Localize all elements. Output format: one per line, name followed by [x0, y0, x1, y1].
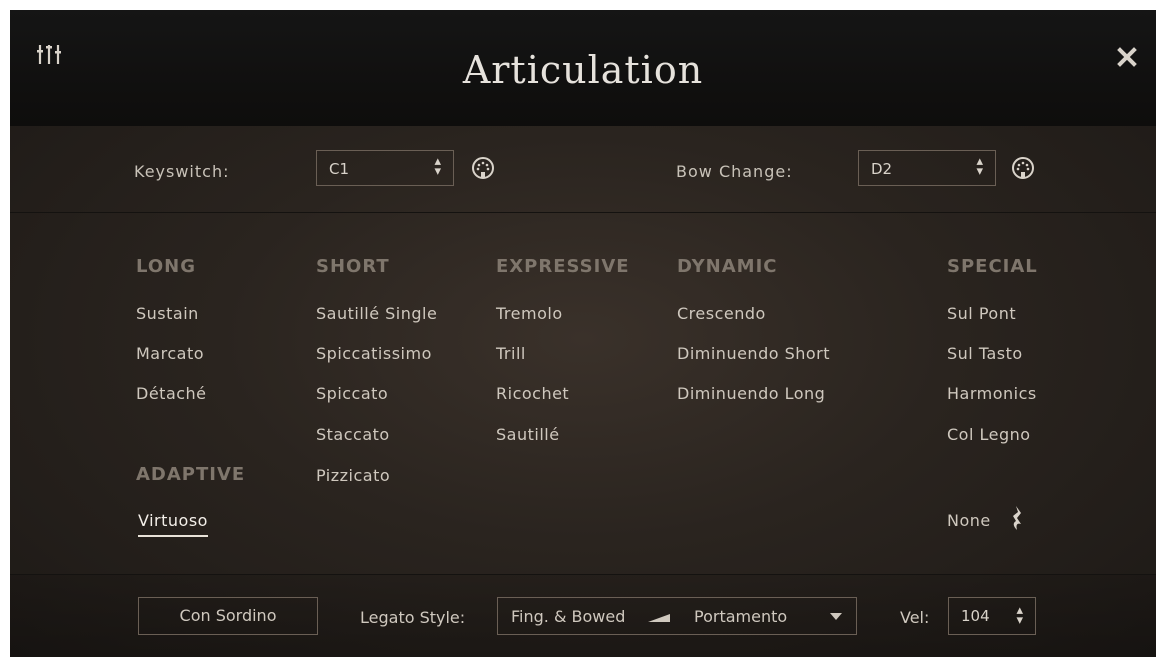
legato-style-label: Legato Style: — [360, 608, 466, 627]
articulation-item[interactable]: Col Legno — [947, 425, 1031, 444]
articulation-item[interactable]: Marcato — [136, 344, 204, 363]
articulation-panel: Articulation Keyswitch: C1 ▴ ▾ Bow Change… — [0, 0, 1166, 657]
articulation-item[interactable]: Tremolo — [496, 304, 563, 323]
close-icon[interactable] — [1112, 42, 1142, 72]
spinner-arrows-icon: ▴ ▾ — [1016, 603, 1023, 628]
expressive-heading: EXPRESSIVE — [496, 256, 630, 277]
velocity-value: 104 — [961, 607, 990, 625]
bow-change-spinner[interactable]: D2 ▴ ▾ — [858, 150, 996, 186]
keyswitch-value: C1 — [329, 160, 350, 178]
none-option[interactable]: None — [947, 511, 991, 530]
midi-learn-icon[interactable] — [470, 155, 496, 181]
chevron-down-icon — [830, 613, 842, 620]
page-title: Articulation — [462, 48, 704, 92]
keyswitch-spinner[interactable]: C1 ▴ ▾ — [316, 150, 454, 186]
legato-right-option: Portamento — [694, 607, 788, 626]
articulation-item[interactable]: Ricochet — [496, 384, 569, 403]
adaptive-heading: ADAPTIVE — [136, 464, 246, 485]
articulation-item[interactable]: Spiccato — [316, 384, 388, 403]
articulation-item-selected[interactable]: Virtuoso — [138, 511, 208, 537]
keyswitch-label: Keyswitch: — [134, 162, 230, 181]
bow-change-value: D2 — [871, 160, 893, 178]
bow-change-label: Bow Change: — [676, 162, 793, 181]
vel-label: Vel: — [900, 608, 930, 627]
articulation-item[interactable]: Staccato — [316, 425, 390, 444]
articulation-item[interactable]: Sul Pont — [947, 304, 1016, 323]
articulation-item[interactable]: Sautillé — [496, 425, 560, 444]
articulation-item[interactable]: Pizzicato — [316, 466, 390, 485]
articulation-item[interactable]: Harmonics — [947, 384, 1037, 403]
spinner-arrows-icon: ▴ ▾ — [434, 154, 441, 179]
long-heading: LONG — [136, 256, 196, 277]
short-heading: SHORT — [316, 256, 390, 277]
velocity-spinner[interactable]: 104 ▴ ▾ — [948, 597, 1036, 635]
crossfade-ramp-icon — [648, 614, 670, 622]
articulation-item[interactable]: Trill — [496, 344, 526, 363]
keyswitch-bar: Keyswitch: C1 ▴ ▾ Bow Change: D2 ▴ ▾ — [10, 126, 1156, 213]
articulation-body: Keyswitch: C1 ▴ ▾ Bow Change: D2 ▴ ▾ LON… — [10, 126, 1156, 657]
articulation-item[interactable]: Sustain — [136, 304, 199, 323]
legato-left-option: Fing. & Bowed — [511, 607, 626, 626]
articulation-item[interactable]: Diminuendo Long — [677, 384, 825, 403]
footer-bar: Con Sordino Legato Style: Fing. & Bowed … — [10, 574, 1156, 657]
midi-learn-icon[interactable] — [1010, 155, 1036, 181]
articulation-item[interactable]: Détaché — [136, 384, 207, 403]
articulation-item[interactable]: Crescendo — [677, 304, 766, 323]
con-sordino-button[interactable]: Con Sordino — [138, 597, 318, 635]
articulation-item[interactable]: Spiccatissimo — [316, 344, 432, 363]
legato-style-dropdown[interactable]: Fing. & Bowed Portamento — [497, 597, 857, 635]
dynamic-heading: DYNAMIC — [677, 256, 778, 277]
special-heading: SPECIAL — [947, 256, 1038, 277]
articulation-item[interactable]: Diminuendo Short — [677, 344, 830, 363]
articulation-item[interactable]: Sautillé Single — [316, 304, 437, 323]
header-bar: Articulation — [10, 10, 1156, 126]
articulation-item[interactable]: Sul Tasto — [947, 344, 1023, 363]
spinner-arrows-icon: ▴ ▾ — [976, 154, 983, 179]
quarter-rest-icon — [1013, 506, 1021, 530]
